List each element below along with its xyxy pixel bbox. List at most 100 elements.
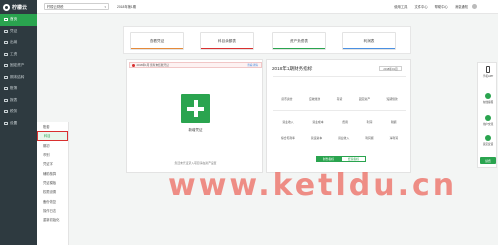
transfer-icon — [4, 75, 8, 79]
nav-label: 工资 — [10, 51, 18, 56]
report-icon — [4, 98, 8, 102]
nav-label: 首页 — [10, 17, 18, 22]
lemon-logo-icon — [3, 3, 10, 11]
renew-button[interactable]: 续费 — [480, 157, 496, 164]
quick-profit-statement[interactable]: 利润表 — [342, 32, 396, 50]
finance-title: 2018年1期财务指标 — [272, 66, 313, 71]
nav-label: 税务 — [10, 109, 18, 114]
tab-business-indicators[interactable]: 经营指标 — [341, 156, 366, 162]
nav-item-assets[interactable]: 固定资产 — [0, 60, 37, 72]
top-link-messages[interactable]: 消息通知 — [455, 4, 468, 9]
metric-label: 营业成本 — [312, 120, 324, 124]
assets-icon — [4, 64, 8, 68]
finance-period-select[interactable]: 2018年01月 — [379, 66, 402, 71]
submenu-item-backup[interactable]: 备份恢复 — [37, 196, 68, 205]
dock-item-feedback[interactable]: 意见反馈 — [478, 135, 498, 146]
nav-item-period-end[interactable]: 期末结转 — [0, 72, 37, 84]
metric-label: 营业收入 — [282, 120, 294, 124]
submenu-item-opening[interactable]: 期初 — [37, 141, 68, 150]
company-select[interactable]: 柠檬云财税 ▾ — [44, 3, 109, 10]
notice-text: 2018年1月 您有未结账凭证 — [136, 64, 169, 67]
notice-link[interactable]: 查看详情 — [247, 63, 258, 67]
new-voucher-label[interactable]: 新增凭证 — [127, 128, 264, 133]
quick-subject-balance[interactable]: 科目余额表 — [200, 32, 254, 50]
voucher-footer-text: 您还未凭证录入项目请在资产设置 — [174, 161, 217, 165]
divider — [273, 76, 406, 77]
metric-label: 短期借款 — [386, 97, 398, 101]
dock-label: 手机APP — [482, 75, 494, 78]
submenu-item-voucher-word[interactable]: 凭证字 — [37, 159, 68, 168]
submenu-item-voucher-template[interactable]: 凭证模板 — [37, 178, 68, 187]
salary-icon — [4, 52, 8, 56]
watermark: www.ketldu.cn — [168, 168, 458, 203]
nav-label: 设置 — [10, 120, 18, 125]
divider — [273, 110, 406, 111]
submenu-item-permissions[interactable]: 权限设置 — [37, 187, 68, 196]
top-links: 使用工具 文件中心 帮助中心 消息通知 — [394, 4, 468, 9]
dock-label: 意见反馈 — [482, 143, 494, 146]
dock-item-community[interactable]: 用户交流 — [478, 115, 498, 126]
quick-actions: 查看凭证 科目余额表 资产负债表 利润表 — [123, 26, 411, 54]
submenu-item-subjects[interactable]: 科目 — [37, 131, 68, 141]
nav-label: 报表 — [10, 97, 18, 102]
logo[interactable]: 柠檬云 — [0, 0, 37, 14]
tax-icon — [4, 110, 8, 114]
voucher-icon — [4, 29, 8, 33]
period-label: 2018年第1期 — [117, 5, 137, 9]
quick-view-vouchers[interactable]: 查看凭证 — [130, 32, 184, 50]
nav-label: 出纳 — [10, 40, 18, 45]
finance-row-3: 综合毛利率 营运资本 营业收入 利润额 净利润 — [273, 136, 406, 140]
company-name: 柠檬云财税 — [47, 5, 64, 9]
dock-label: 在线客服 — [482, 101, 494, 104]
metric-label: 税额 — [391, 120, 397, 124]
metric-label: 费用 — [342, 120, 348, 124]
metric-label: 货币资金 — [281, 97, 293, 101]
submenu-item-logs[interactable]: 操作日志 — [37, 206, 68, 215]
dock-item-service[interactable]: 在线客服 — [478, 93, 498, 104]
cashier-icon — [4, 41, 8, 45]
notice-bar: 2018年1月 您有未结账凭证 查看详情 — [129, 62, 262, 68]
nav-item-salary[interactable]: 工资 — [0, 49, 37, 61]
nav-item-home[interactable]: 首页 — [0, 14, 37, 26]
home-icon — [4, 18, 8, 22]
submenu-item-auxiliary[interactable]: 辅助核算 — [37, 168, 68, 177]
submenu-item-account-set[interactable]: 账套 — [37, 122, 68, 131]
nav-item-ledger[interactable]: 账簿 — [0, 83, 37, 95]
metric-label: 综合毛利率 — [280, 136, 295, 140]
metric-label: 营运资本 — [310, 136, 323, 140]
submenu-item-currency[interactable]: 币别 — [37, 150, 68, 159]
metric-label: 营业收入 — [338, 136, 350, 140]
nav-label: 固定资产 — [10, 63, 25, 68]
chat-icon — [485, 93, 491, 99]
top-link-tools[interactable]: 使用工具 — [394, 4, 407, 9]
nav-item-report[interactable]: 报表 — [0, 95, 37, 107]
metric-label: 应收账款 — [308, 97, 321, 101]
add-voucher-plus-icon[interactable] — [181, 94, 210, 123]
tab-finance-indicators[interactable]: 财务指标 — [316, 156, 341, 162]
top-link-help[interactable]: 帮助中心 — [435, 4, 448, 9]
alert-icon — [132, 63, 135, 67]
metric-label: 固定资产 — [358, 97, 371, 101]
settings-icon — [4, 121, 8, 125]
settings-submenu: 账套 科目 期初 币别 凭证字 辅助核算 凭证模板 权限设置 备份恢复 操作日志… — [37, 122, 69, 245]
right-dock: 手机APP 在线客服 用户交流 意见反馈 续费 — [477, 62, 497, 168]
nav-label: 凭证 — [10, 28, 18, 33]
nav-item-voucher[interactable]: 凭证 — [0, 26, 37, 38]
logo-text: 柠檬云 — [12, 4, 28, 11]
nav-item-settings[interactable]: 设置 — [0, 118, 37, 130]
submenu-item-reinit[interactable]: 重新初始化 — [37, 215, 68, 224]
phone-icon — [486, 66, 490, 73]
nav-item-cashier[interactable]: 出纳 — [0, 37, 37, 49]
avatar[interactable] — [472, 4, 477, 9]
metric-label: 净利润 — [389, 136, 398, 140]
finance-row-2: 营业收入 营业成本 费用 利润 税额 — [273, 120, 406, 124]
dock-item-app[interactable]: 手机APP — [478, 66, 498, 78]
quick-balance-sheet[interactable]: 资产负债表 — [272, 32, 326, 50]
ledger-icon — [4, 87, 8, 91]
feedback-icon — [485, 135, 491, 141]
top-bar: 柠檬云财税 ▾ 2018年第1期 使用工具 文件中心 帮助中心 消息通知 — [37, 0, 498, 14]
chevron-down-icon: ▾ — [104, 4, 106, 9]
app-root: 柠檬云 首页 凭证 出纳 工资 固定资产 期末结转 账簿 报表 税务 设置 账套… — [0, 0, 498, 245]
nav-item-tax[interactable]: 税务 — [0, 106, 37, 118]
top-link-files[interactable]: 文件中心 — [414, 4, 427, 9]
